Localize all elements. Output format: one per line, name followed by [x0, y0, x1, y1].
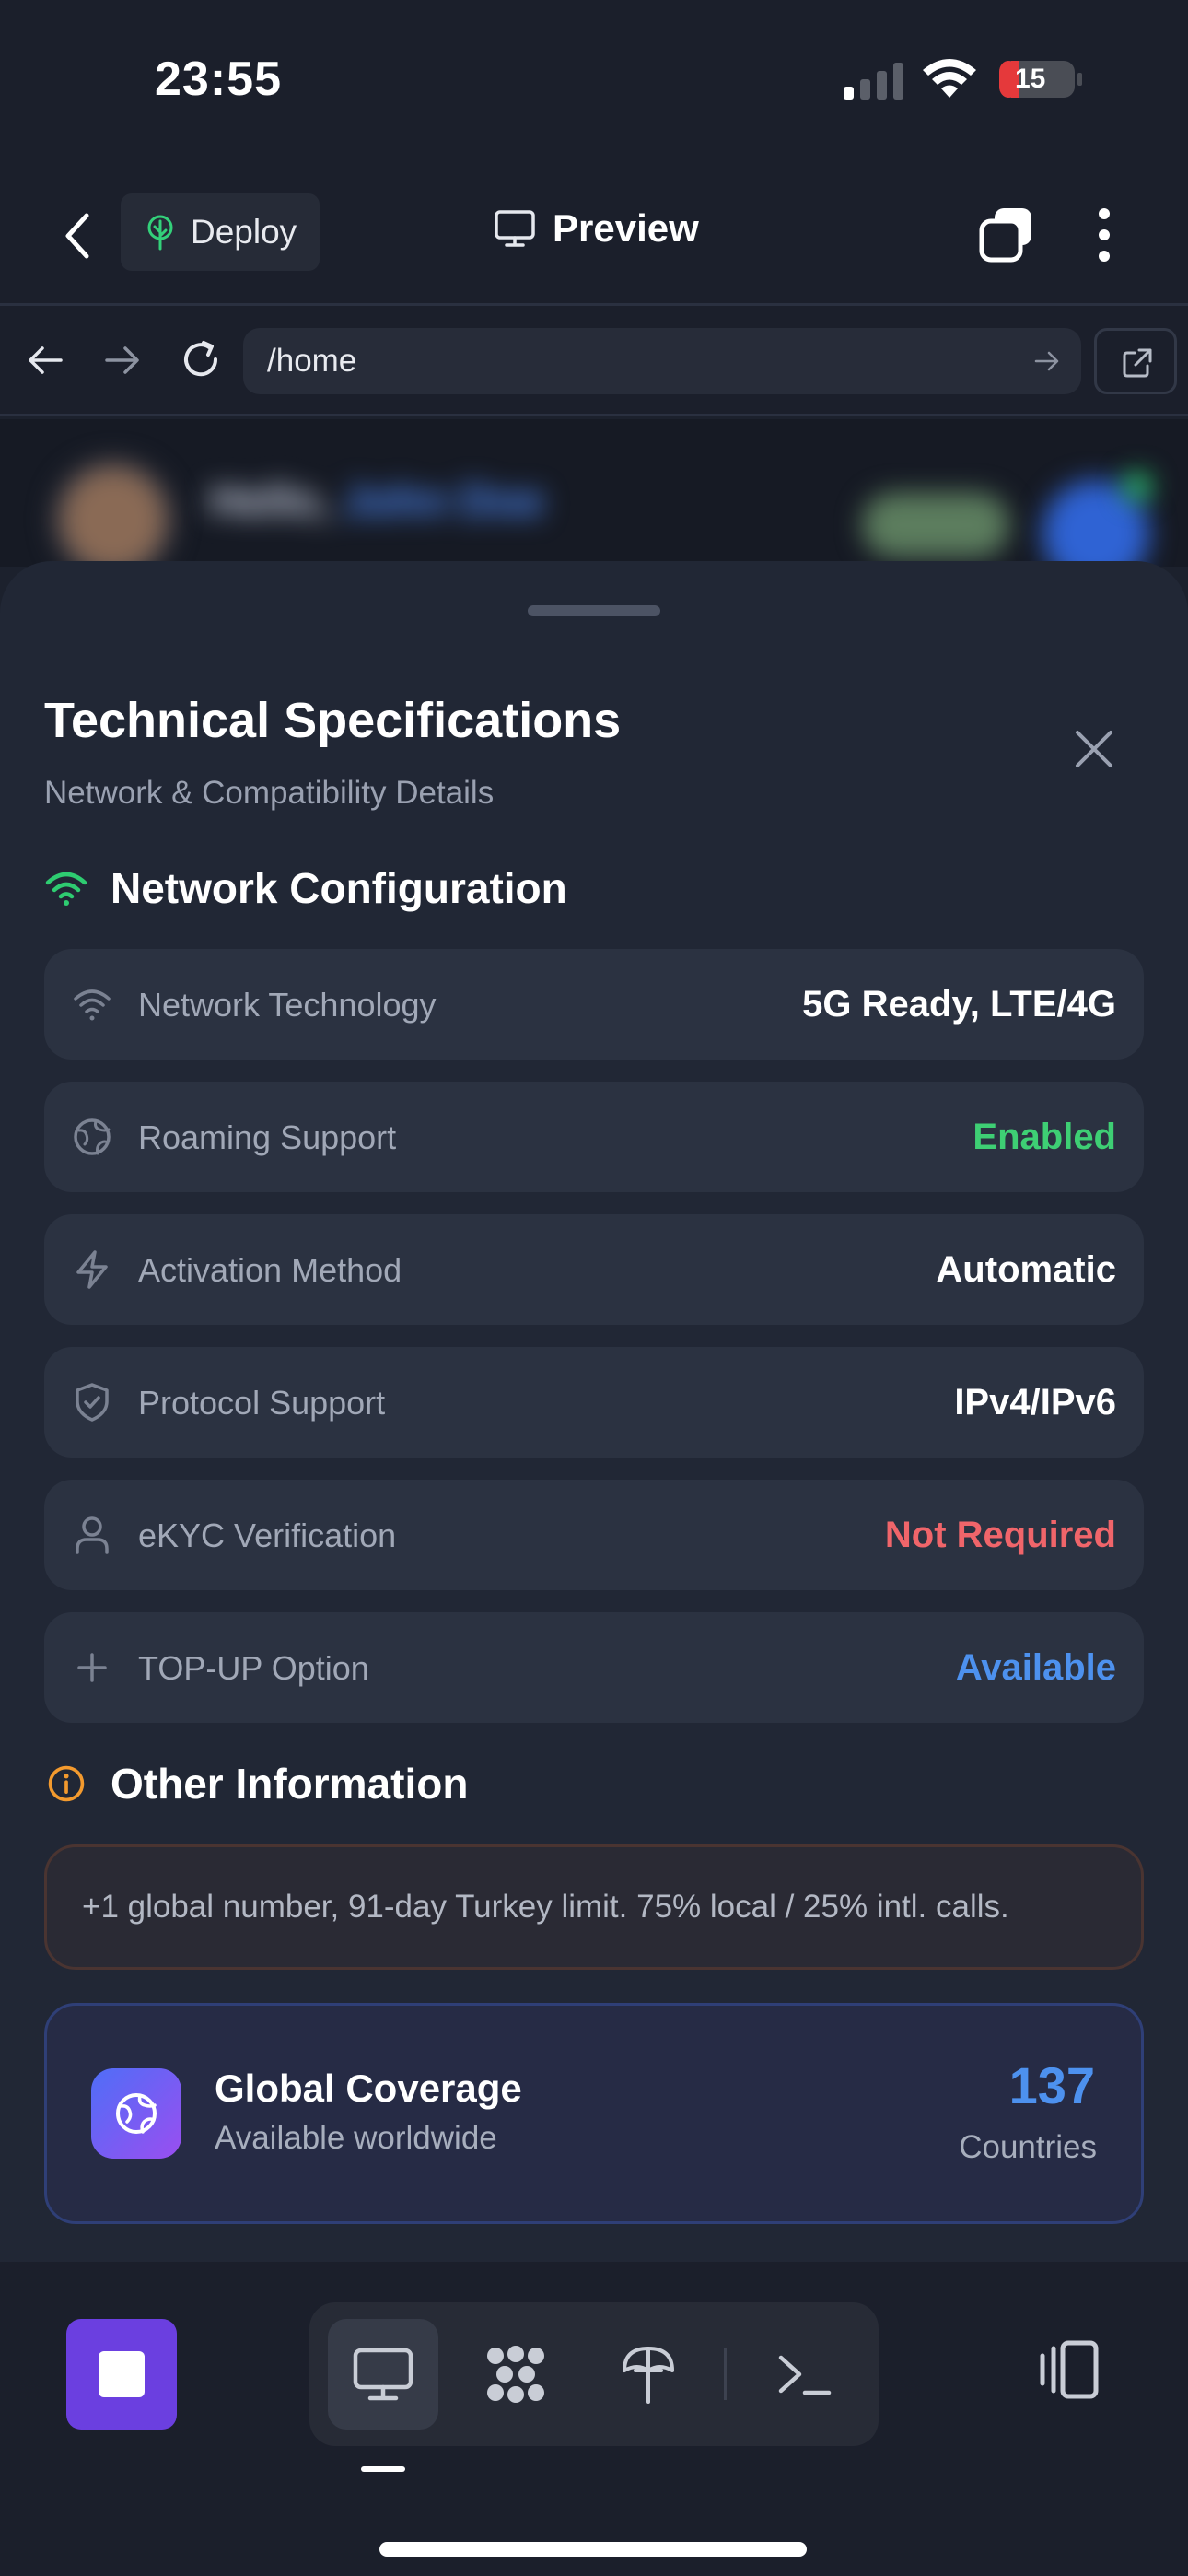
tool-switcher [309, 2302, 879, 2446]
stop-button[interactable] [66, 2319, 177, 2430]
open-external-button[interactable] [1094, 328, 1177, 394]
app-screen: 23:55 15 Deploy Preview /home Hello, Joh… [0, 0, 1188, 2576]
spec-value: IPv4/IPv6 [954, 1382, 1116, 1423]
monitor-icon [353, 2348, 413, 2401]
spec-label: TOP-UP Option [138, 1649, 369, 1687]
spec-row-network-technology: Network Technology 5G Ready, LTE/4G [44, 949, 1144, 1060]
external-link-icon [1123, 348, 1152, 378]
arrow-right-icon[interactable] [1033, 348, 1061, 374]
underlying-page: Hello, John Doe [0, 419, 1188, 567]
vertical-dots-icon[interactable] [1090, 206, 1118, 263]
coverage-subtitle: Available worldwide [215, 2120, 497, 2156]
other-info-text: +1 global number, 91-day Turkey limit. 7… [82, 1889, 1009, 1925]
status-bar: 23:55 15 [0, 0, 1188, 166]
url-text: /home [267, 343, 357, 379]
spec-label: Protocol Support [138, 1384, 386, 1422]
online-dot [1124, 473, 1151, 500]
preview-title: Preview [494, 206, 699, 251]
cellular-signal-icon [844, 63, 903, 100]
sheet-subtitle: Network & Compatibility Details [44, 775, 495, 811]
plus-icon [77, 1653, 107, 1682]
status-pill [862, 493, 1009, 557]
network-section-title: Network Configuration [111, 864, 567, 912]
deploy-button[interactable]: Deploy [121, 193, 320, 271]
spec-label: Roaming Support [138, 1118, 397, 1156]
arrow-left-icon[interactable] [26, 341, 64, 380]
other-section-title: Other Information [111, 1760, 469, 1808]
bottom-toolbar [0, 2262, 1188, 2576]
grid-blob-icon [487, 2346, 544, 2403]
sheet-title: Technical Specifications [44, 693, 622, 748]
battery-icon: 15 [998, 59, 1083, 100]
spec-label: eKYC Verification [138, 1516, 397, 1554]
wifi-icon [74, 989, 111, 1021]
sheet-grabber[interactable] [528, 605, 660, 616]
shield-check-icon [76, 1383, 109, 1422]
app-header: Deploy Preview [0, 166, 1188, 306]
spec-row-roaming-support: Roaming Support Enabled [44, 1082, 1144, 1192]
spec-row-protocol-support: Protocol Support IPv4/IPv6 [44, 1347, 1144, 1458]
terminal-icon [778, 2355, 832, 2395]
globe-icon [74, 1118, 111, 1155]
tool-integrations[interactable] [460, 2319, 571, 2430]
spec-value: Enabled [973, 1117, 1116, 1157]
spec-value: Available [955, 1647, 1116, 1688]
chevron-left-icon[interactable] [55, 208, 101, 263]
spec-value: Automatic [936, 1249, 1116, 1290]
preview-label: Preview [553, 206, 699, 250]
coverage-title: Global Coverage [215, 2067, 522, 2110]
toolbar-divider [724, 2348, 727, 2400]
other-section-header: Other Information [44, 1759, 468, 1809]
active-tool-indicator [361, 2466, 405, 2472]
avatar [53, 460, 173, 567]
tool-terminal[interactable] [750, 2319, 860, 2430]
info-circle-icon [48, 1765, 85, 1802]
coverage-count: 137 [1008, 2056, 1095, 2114]
technical-specs-sheet: Technical Specifications Network & Compa… [0, 561, 1188, 2262]
battery-level: 15 [1015, 64, 1046, 94]
globe-icon [116, 2093, 157, 2134]
url-bar[interactable]: /home [243, 328, 1081, 394]
tree-icon [623, 2347, 674, 2404]
other-info-box: +1 global number, 91-day Turkey limit. 7… [44, 1844, 1144, 1970]
arrow-right-icon[interactable] [103, 341, 142, 380]
stop-icon [99, 2351, 145, 2397]
tree-icon [147, 215, 173, 251]
status-time: 23:55 [155, 53, 282, 106]
greeting-text: Hello, John Doe [210, 477, 544, 526]
lightning-icon [76, 1250, 108, 1289]
spec-value: 5G Ready, LTE/4G [802, 984, 1116, 1025]
spec-row-activation-method: Activation Method Automatic [44, 1214, 1144, 1325]
wifi-status-icon [923, 59, 976, 98]
user-icon [76, 1516, 109, 1554]
reload-icon[interactable] [179, 337, 223, 381]
panels-icon[interactable] [1030, 2334, 1103, 2407]
deploy-label: Deploy [191, 213, 297, 251]
coverage-badge [91, 2068, 181, 2159]
spec-row-ekyc-verification: eKYC Verification Not Required [44, 1480, 1144, 1590]
spec-label: Activation Method [138, 1251, 402, 1289]
home-indicator [379, 2542, 807, 2557]
monitor-icon [495, 210, 535, 247]
tool-deploy[interactable] [593, 2319, 704, 2430]
browser-bar: /home [0, 306, 1188, 416]
tool-desktop-preview[interactable] [328, 2319, 438, 2430]
spec-row-topup-option: TOP-UP Option Available [44, 1612, 1144, 1723]
global-coverage-card: Global Coverage Available worldwide 137 … [44, 2003, 1144, 2224]
wifi-icon [45, 872, 87, 906]
spec-value: Not Required [884, 1515, 1116, 1555]
network-section-header: Network Configuration [44, 863, 567, 913]
coverage-unit: Countries [959, 2129, 1097, 2165]
close-icon[interactable] [1070, 725, 1118, 773]
windows-stack-icon[interactable] [978, 205, 1037, 263]
spec-label: Network Technology [138, 986, 437, 1024]
